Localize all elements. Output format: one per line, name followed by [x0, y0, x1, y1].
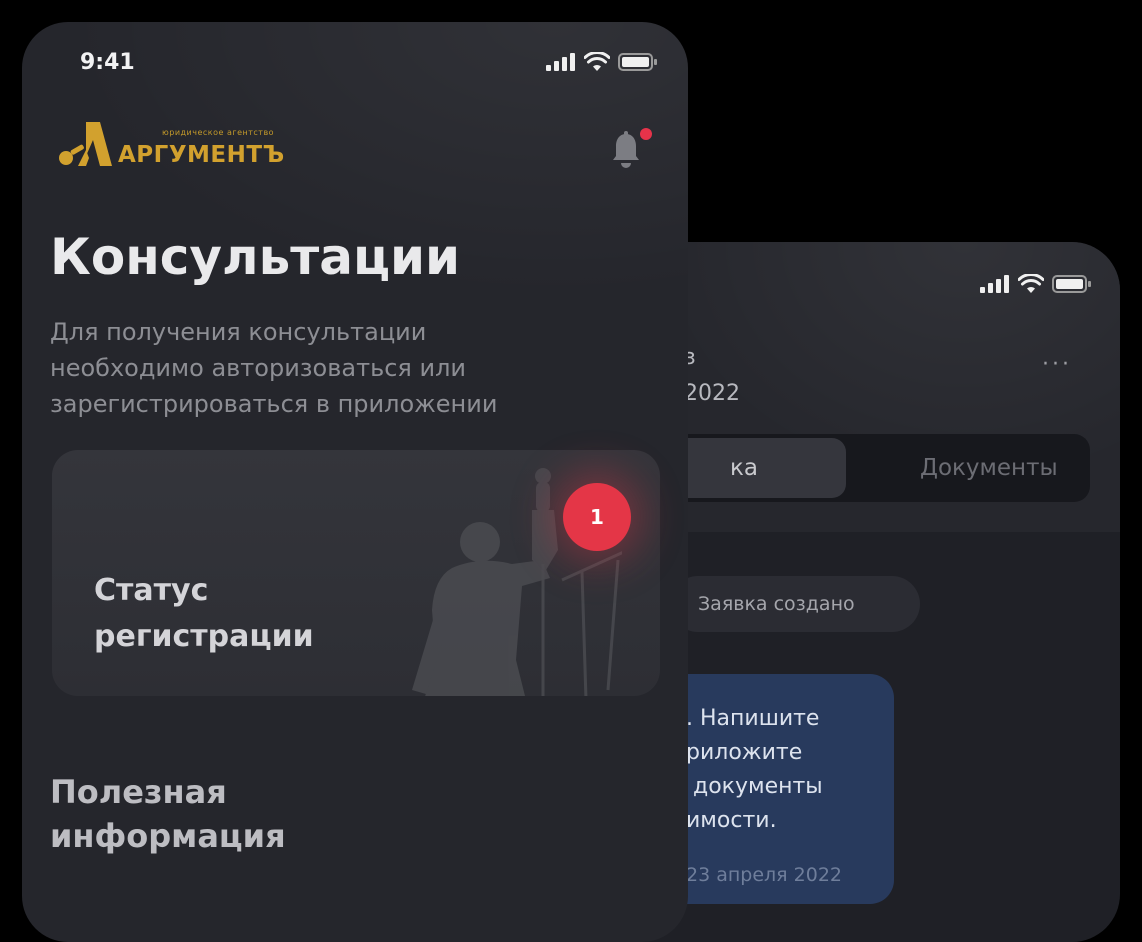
status-badge: 1 [563, 483, 631, 551]
brand-logo[interactable]: юридическое агентство АРГУМЕНТЪ [56, 120, 306, 170]
status-chip: Заявка создано [670, 576, 920, 632]
registration-status-card[interactable]: Статус регистрации [52, 450, 660, 696]
logo-name: АРГУМЕНТЪ [118, 142, 285, 168]
battery-icon [618, 53, 657, 71]
status-time: 9:41 [80, 50, 135, 75]
battery-icon [1052, 275, 1091, 293]
message-bubble: . Напишите риложите документы имости. 23… [660, 674, 894, 904]
logo-mark-icon [59, 122, 112, 166]
wifi-icon [1018, 274, 1044, 293]
cellular-signal-icon [546, 53, 575, 71]
tab-switcher: ка Документы [660, 434, 1090, 502]
back-status-bar [980, 274, 1092, 294]
bell-icon[interactable] [610, 130, 642, 170]
tab-documents[interactable]: Документы [920, 434, 1058, 502]
status-bar-icons [546, 52, 658, 72]
page-description: Для получения консультации необходимо ав… [50, 318, 498, 418]
wifi-icon [584, 52, 610, 71]
page-title: Консультации [50, 228, 461, 286]
logo-caption: юридическое агентство [162, 128, 275, 137]
registration-card-title: Статус регистрации [94, 573, 314, 654]
more-dots-icon[interactable]: ··· [1042, 352, 1072, 377]
cellular-signal-icon [980, 275, 1009, 293]
message-text: . Напишите риложите документы имости. [686, 706, 823, 833]
useful-info-title: Полезная информация [50, 773, 286, 855]
front-phone-screen: 9:41 юридическое агентство АРГУМЕНТЪ Кон… [22, 22, 688, 942]
back-subtitle: з 2022 [684, 345, 740, 406]
message-date: 23 апреля 2022 [686, 864, 842, 886]
notification-dot-icon [640, 128, 652, 140]
